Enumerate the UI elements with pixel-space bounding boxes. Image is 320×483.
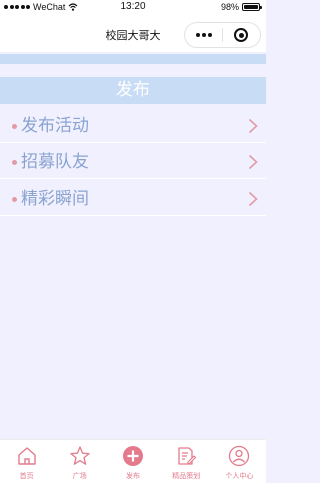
chevron-right-icon <box>248 191 258 207</box>
document-pen-icon <box>178 447 197 465</box>
bullet-icon <box>12 124 17 129</box>
more-button[interactable] <box>185 33 222 37</box>
menu-item-highlights[interactable]: 精彩瞬间 <box>0 183 266 216</box>
top-band <box>0 54 266 64</box>
menu-item-publish-activity[interactable]: 发布活动 <box>0 110 266 143</box>
menu-item-label: 精彩瞬间 <box>21 189 89 209</box>
tab-label: 广场 <box>72 472 87 480</box>
battery-group: 98% <box>220 2 262 12</box>
target-icon <box>234 28 249 42</box>
tab-label: 个人中心 <box>225 472 254 480</box>
bullet-icon <box>12 160 17 165</box>
menu-item-recruit-teammates[interactable]: 招募队友 <box>0 146 266 179</box>
battery-icon <box>242 3 262 11</box>
star-icon <box>70 446 90 465</box>
tab-label: 精品策划 <box>172 472 201 480</box>
chevron-right-icon <box>248 118 258 134</box>
tab-featured-planning[interactable]: 精品策划 <box>160 440 213 483</box>
chevron-right-icon <box>248 154 258 170</box>
tab-label: 首页 <box>19 472 34 480</box>
status-bar: WeChat 13:20 98% <box>0 0 266 16</box>
tab-square[interactable]: 广场 <box>53 440 106 483</box>
bullet-icon <box>12 197 17 202</box>
home-icon <box>17 447 36 465</box>
section-header: 发布 <box>0 77 266 104</box>
battery-percent: 98% <box>220 2 239 12</box>
menu-item-label: 招募队友 <box>21 152 89 172</box>
tab-profile[interactable]: 个人中心 <box>213 440 266 483</box>
tab-home[interactable]: 首页 <box>0 440 53 483</box>
plus-circle-icon <box>123 446 143 466</box>
mini-program-capsule <box>184 22 261 48</box>
tab-label: 发布 <box>126 472 140 480</box>
tab-publish[interactable]: 发布 <box>106 440 159 483</box>
tab-bar: 首页 广场 发布 精品策划 个人中心 <box>0 439 266 483</box>
more-icon <box>195 33 200 37</box>
close-mini-program-button[interactable] <box>223 28 260 42</box>
menu-item-label: 发布活动 <box>21 116 89 136</box>
user-icon <box>229 445 250 467</box>
